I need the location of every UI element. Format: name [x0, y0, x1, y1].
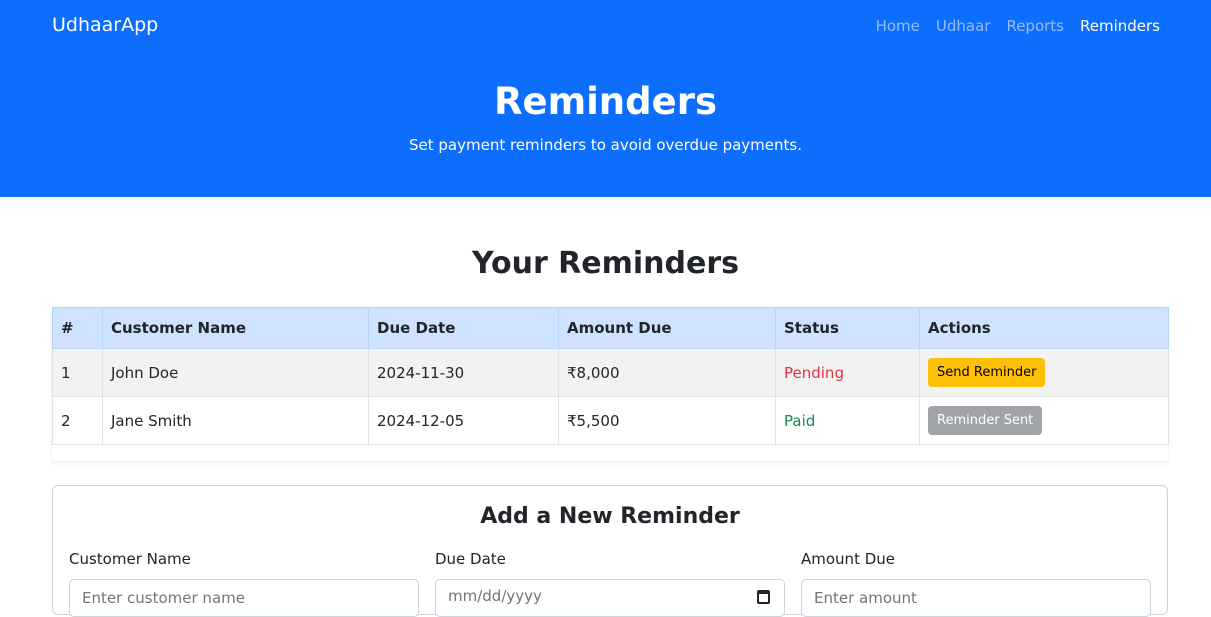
column-header-status: Status	[775, 307, 920, 349]
customer-name-label: Customer Name	[69, 550, 191, 568]
nav-link-udhaar[interactable]: Udhaar	[936, 17, 991, 35]
amount-due-label: Amount Due	[801, 550, 895, 568]
nav-link-reminders[interactable]: Reminders	[1080, 17, 1160, 35]
column-header-amount: Amount Due	[558, 307, 776, 349]
reminders-table-container: # Customer Name Due Date Amount Due Stat…	[52, 307, 1169, 461]
customer-name: John Doe	[102, 348, 369, 397]
column-header-actions: Actions	[919, 307, 1169, 349]
table-row: 2 Jane Smith 2024-12-05 ₹5,500 Paid Remi…	[52, 396, 1169, 445]
page-title: Reminders	[493, 80, 717, 123]
reminders-table: # Customer Name Due Date Amount Due Stat…	[52, 307, 1169, 445]
table-header-row: # Customer Name Due Date Amount Due Stat…	[52, 307, 1169, 349]
row-number: 1	[52, 348, 103, 397]
column-header-customer: Customer Name	[102, 307, 369, 349]
column-header-number: #	[52, 307, 103, 349]
calendar-icon[interactable]	[757, 590, 770, 604]
customer-name: Jane Smith	[102, 396, 369, 445]
actions-cell: Reminder Sent	[919, 396, 1169, 445]
actions-cell: Send Reminder	[919, 348, 1169, 397]
status-paid: Paid	[775, 396, 920, 445]
due-date-placeholder: mm/dd/yyyy	[448, 587, 542, 605]
due-date-input[interactable]: mm/dd/yyyy	[435, 579, 785, 617]
navbar: UdhaarApp Home Udhaar Reports Reminders	[0, 0, 1211, 52]
hero-banner: UdhaarApp Home Udhaar Reports Reminders …	[0, 0, 1211, 197]
customer-name-input[interactable]	[69, 579, 419, 617]
nav-link-home[interactable]: Home	[876, 17, 920, 35]
nav-link-reports[interactable]: Reports	[1006, 17, 1064, 35]
reminder-sent-button: Reminder Sent	[928, 406, 1043, 435]
amount-due: ₹5,500	[558, 396, 776, 445]
due-date: 2024-11-30	[368, 348, 559, 397]
reminders-section-title: Your Reminders	[472, 246, 739, 281]
column-header-due-date: Due Date	[368, 307, 559, 349]
brand-logo[interactable]: UdhaarApp	[52, 14, 158, 36]
row-number: 2	[52, 396, 103, 445]
nav-links: Home Udhaar Reports Reminders	[876, 17, 1160, 35]
form-title: Add a New Reminder	[480, 504, 740, 529]
amount-due: ₹8,000	[558, 348, 776, 397]
table-row: 1 John Doe 2024-11-30 ₹8,000 Pending Sen…	[52, 348, 1169, 397]
send-reminder-button[interactable]: Send Reminder	[928, 358, 1046, 387]
due-date: 2024-12-05	[368, 396, 559, 445]
page-subtitle: Set payment reminders to avoid overdue p…	[409, 136, 802, 154]
status-pending: Pending	[775, 348, 920, 397]
add-reminder-form: Add a New Reminder Customer Name Due Dat…	[52, 485, 1168, 617]
due-date-label: Due Date	[435, 550, 506, 568]
amount-due-input[interactable]	[801, 579, 1151, 617]
